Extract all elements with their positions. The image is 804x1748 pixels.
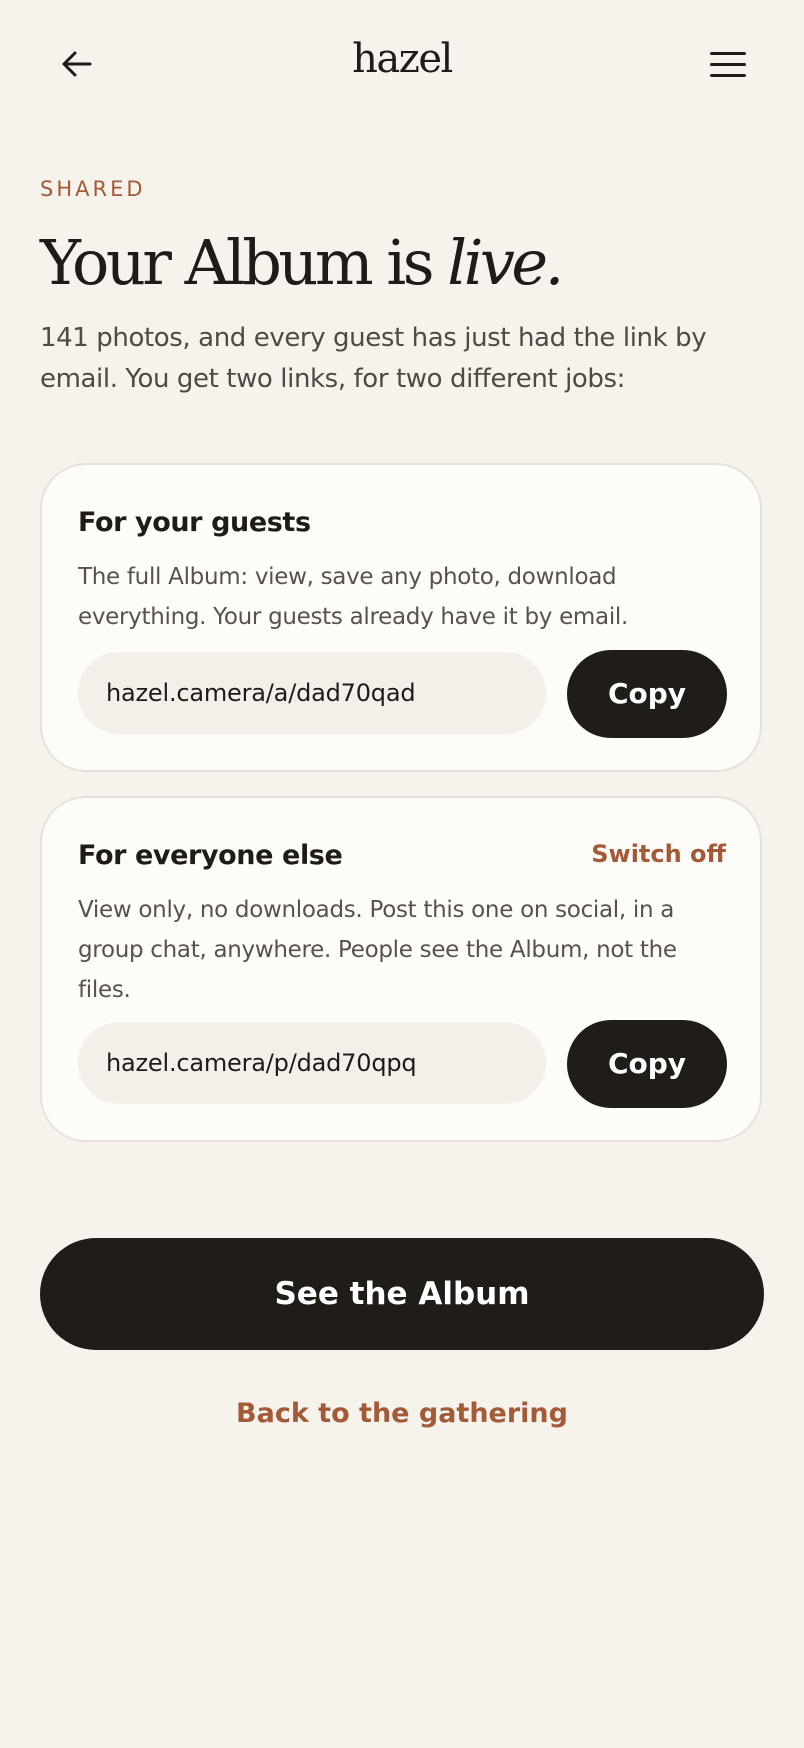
public-link-card: For everyone else Switch off View only, …: [40, 796, 762, 1142]
guest-link-card: For your guests The full Album: view, sa…: [40, 463, 762, 772]
guest-link-field[interactable]: hazel.camera/a/dad70qad: [78, 652, 546, 734]
page-title-text: Your Album is: [40, 226, 448, 299]
card-description: The full Album: view, save any photo, do…: [78, 564, 629, 630]
card-title: For your guests: [78, 507, 311, 538]
back-to-gathering-link[interactable]: Back to the gathering: [0, 1398, 804, 1429]
card-description: View only, no downloads. Post this one o…: [78, 897, 677, 1003]
switch-off-link[interactable]: Switch off: [591, 840, 726, 868]
menu-icon-bar: [710, 74, 746, 77]
menu-button[interactable]: [706, 46, 750, 82]
app-logo: hazel: [352, 36, 453, 82]
card-title: For everyone else: [78, 840, 343, 871]
copy-guest-link-button[interactable]: Copy: [567, 650, 727, 738]
see-album-button[interactable]: See the Album: [40, 1238, 764, 1350]
page-title: Your Album is live.: [40, 218, 564, 308]
section-eyebrow: SHARED: [40, 177, 146, 201]
hamburger-menu-icon: [710, 52, 746, 55]
public-link-field[interactable]: hazel.camera/p/dad70qpq: [78, 1022, 546, 1104]
menu-icon-bar: [710, 63, 746, 66]
top-bar: hazel: [0, 0, 804, 130]
intro-text: 141 photos, and every guest has just had…: [40, 323, 707, 394]
copy-public-link-button[interactable]: Copy: [567, 1020, 727, 1108]
page-title-emphasis: live.: [447, 226, 564, 299]
